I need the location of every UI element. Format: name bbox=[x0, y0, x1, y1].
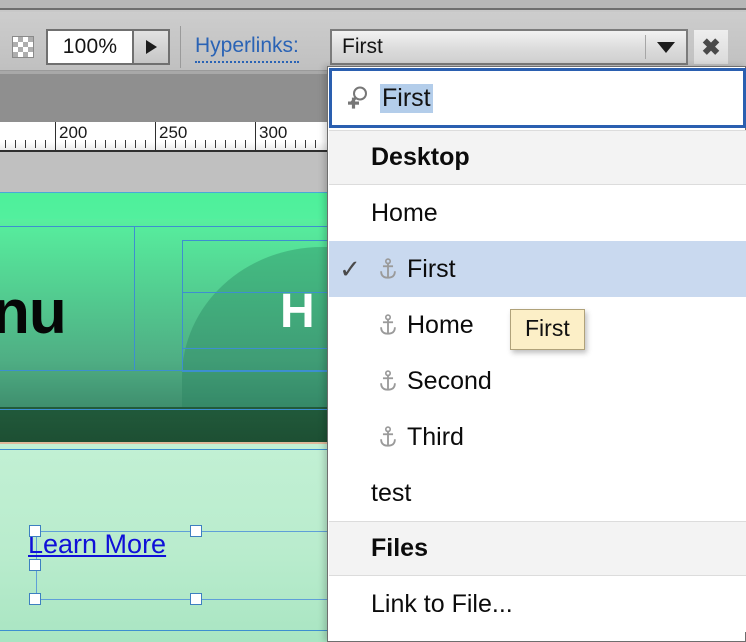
hyperlink-combobox[interactable]: First bbox=[330, 29, 688, 65]
ruler-minor-tick bbox=[145, 140, 146, 148]
ruler-minor-tick bbox=[225, 140, 226, 148]
ruler-minor-tick bbox=[35, 140, 36, 148]
anchor-icon bbox=[371, 258, 405, 280]
dropdown-item-label: Second bbox=[407, 366, 492, 395]
resize-handle-top-center[interactable] bbox=[190, 525, 202, 537]
dropdown-search-value[interactable]: First bbox=[380, 83, 433, 113]
dropdown-item-first[interactable]: ✓ First bbox=[329, 241, 746, 297]
dropdown-item-home-plain[interactable]: Home bbox=[329, 185, 746, 241]
dropdown-search-field[interactable]: First bbox=[329, 68, 746, 128]
dropdown-item-label: Third bbox=[407, 422, 464, 451]
dropdown-item-label: Link to File... bbox=[371, 589, 513, 618]
ruler-major-tick bbox=[55, 122, 56, 150]
triangle-right-icon bbox=[145, 40, 157, 54]
ruler-minor-tick bbox=[15, 140, 16, 148]
close-button[interactable]: ✖ bbox=[694, 30, 728, 64]
dropdown-list[interactable]: Desktop Home ✓ First Home Second Third t… bbox=[329, 130, 746, 642]
hyperlink-dropdown-panel[interactable]: First Desktop Home ✓ First Home Second T… bbox=[327, 66, 746, 642]
resize-handle-bottom-center[interactable] bbox=[190, 593, 202, 605]
ruler-minor-tick bbox=[115, 140, 116, 148]
canvas-guide-line bbox=[0, 630, 330, 631]
tooltip: First bbox=[510, 309, 585, 350]
dropdown-item-link-to-file[interactable]: Link to File... bbox=[329, 576, 746, 632]
dropdown-item-second[interactable]: Second bbox=[329, 353, 746, 409]
ruler-minor-tick bbox=[25, 140, 26, 148]
checkmark-icon: ✓ bbox=[339, 253, 361, 284]
ruler-minor-tick bbox=[95, 140, 96, 148]
ruler-minor-tick bbox=[105, 140, 106, 148]
dropdown-item-test[interactable]: test bbox=[329, 465, 746, 521]
horizontal-ruler[interactable]: 200 250 300 bbox=[0, 122, 330, 152]
resize-handle-middle-left[interactable] bbox=[29, 559, 41, 571]
hero-top-band bbox=[0, 192, 330, 220]
hyperlinks-label[interactable]: Hyperlinks: bbox=[195, 33, 299, 63]
toolbar-top-strip bbox=[0, 0, 746, 10]
ruler-minor-tick bbox=[205, 140, 206, 148]
ruler-minor-tick bbox=[235, 140, 236, 148]
triangle-down-icon bbox=[657, 41, 675, 53]
ruler-minor-tick bbox=[305, 140, 306, 148]
search-plus-icon bbox=[346, 85, 372, 111]
canvas-background bbox=[0, 152, 330, 192]
ruler-minor-tick bbox=[5, 140, 6, 148]
ruler-minor-tick bbox=[315, 140, 316, 148]
resize-handle-bottom-left[interactable] bbox=[29, 593, 41, 605]
dropdown-item-third[interactable]: Third bbox=[329, 409, 746, 465]
canvas-guide-line bbox=[0, 449, 330, 450]
dropdown-section-header-desktop: Desktop bbox=[329, 130, 746, 185]
ruler-minor-tick bbox=[245, 140, 246, 148]
selection-line-bottom bbox=[36, 599, 330, 600]
canvas-guide-line bbox=[0, 409, 330, 410]
anchor-icon bbox=[371, 370, 405, 392]
document-gray-band bbox=[0, 74, 330, 122]
ruler-minor-tick bbox=[135, 140, 136, 148]
canvas-guide-box bbox=[182, 240, 342, 372]
ruler-minor-tick bbox=[125, 140, 126, 148]
ruler-label: 200 bbox=[59, 123, 88, 142]
anchor-icon bbox=[371, 426, 405, 448]
ruler-minor-tick bbox=[295, 140, 296, 148]
zoom-input[interactable]: 100% bbox=[48, 31, 132, 63]
ruler-minor-tick bbox=[45, 140, 46, 148]
ruler-minor-tick bbox=[215, 140, 216, 148]
ruler-label: 250 bbox=[159, 123, 188, 142]
canvas-guide-line bbox=[0, 370, 330, 371]
ruler-label: 300 bbox=[259, 123, 288, 142]
hero-heading-right: H bbox=[280, 285, 315, 338]
hyperlink-combobox-value[interactable]: First bbox=[332, 35, 645, 59]
dropdown-item-label: First bbox=[407, 254, 456, 283]
anchor-icon bbox=[371, 314, 405, 336]
app-window: 100% Hyperlinks: First ✖ 200 250 300 nu … bbox=[0, 0, 746, 642]
checkerboard-icon[interactable] bbox=[12, 36, 34, 58]
canvas-guide-line bbox=[182, 348, 330, 349]
learn-more-link[interactable]: Learn More bbox=[28, 529, 166, 560]
hero-dark-band bbox=[0, 407, 330, 442]
zoom-dropdown-button[interactable] bbox=[132, 31, 168, 63]
zoom-combobox[interactable]: 100% bbox=[46, 29, 170, 65]
ruler-major-tick bbox=[155, 122, 156, 150]
dropdown-item-label: Home bbox=[371, 198, 438, 227]
hyperlink-dropdown-button[interactable] bbox=[646, 41, 686, 53]
canvas-guide-line bbox=[0, 226, 330, 227]
canvas-guide-line bbox=[134, 226, 135, 371]
resize-handle-top-left[interactable] bbox=[29, 525, 41, 537]
dropdown-item-label: test bbox=[371, 478, 412, 507]
toolbar-separator bbox=[180, 26, 181, 68]
dropdown-section-header-files: Files bbox=[329, 521, 746, 576]
ruler-minor-tick bbox=[195, 140, 196, 148]
dropdown-item-label: Home bbox=[407, 310, 474, 339]
ruler-major-tick bbox=[255, 122, 256, 150]
hero-heading-left: nu bbox=[0, 278, 67, 347]
